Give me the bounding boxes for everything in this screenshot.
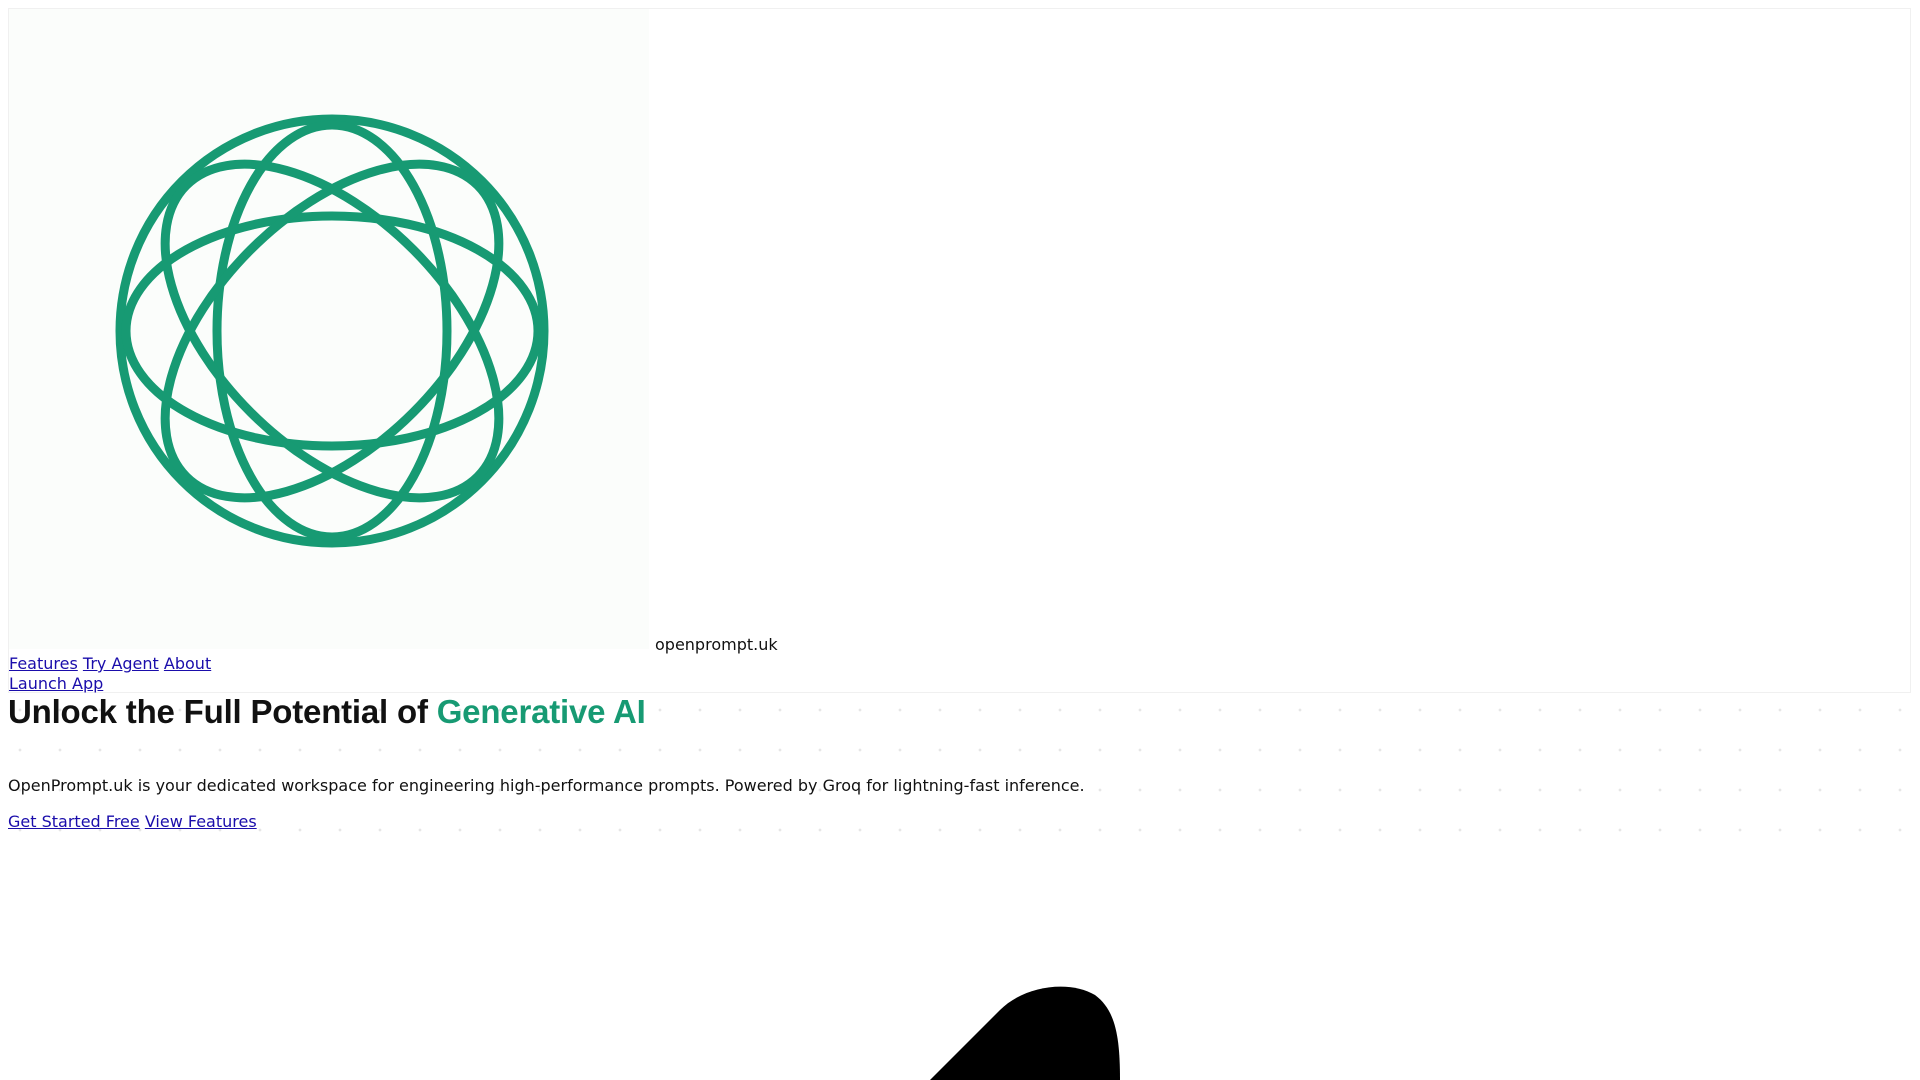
hero-title-accent: Generative AI xyxy=(436,693,646,730)
main-nav: Features Try Agent About xyxy=(9,654,211,674)
nav-link-about[interactable]: About xyxy=(164,654,211,673)
hero-cta-group: Get Started Free View Features xyxy=(8,812,608,832)
hero-description: OpenPrompt.uk is your dedicated workspac… xyxy=(8,776,1085,795)
site-header: openprompt.uk Features Try Agent About L… xyxy=(8,8,1911,693)
logo-image xyxy=(9,9,649,649)
hero-title-prefix: Unlock the Full Potential of xyxy=(8,693,437,730)
hero-title: Unlock the Full Potential of Generative … xyxy=(8,690,646,734)
nav-link-try-agent[interactable]: Try Agent xyxy=(83,654,159,673)
black-blob-shape xyxy=(930,986,1120,1080)
view-features-link[interactable]: View Features xyxy=(145,812,257,831)
get-started-link[interactable]: Get Started Free xyxy=(8,812,140,831)
rosette-logo-icon xyxy=(115,114,549,548)
hero-section: Unlock the Full Potential of Generative … xyxy=(8,690,1085,831)
nav-link-features[interactable]: Features xyxy=(9,654,78,673)
brand-name: openprompt.uk xyxy=(655,635,778,654)
